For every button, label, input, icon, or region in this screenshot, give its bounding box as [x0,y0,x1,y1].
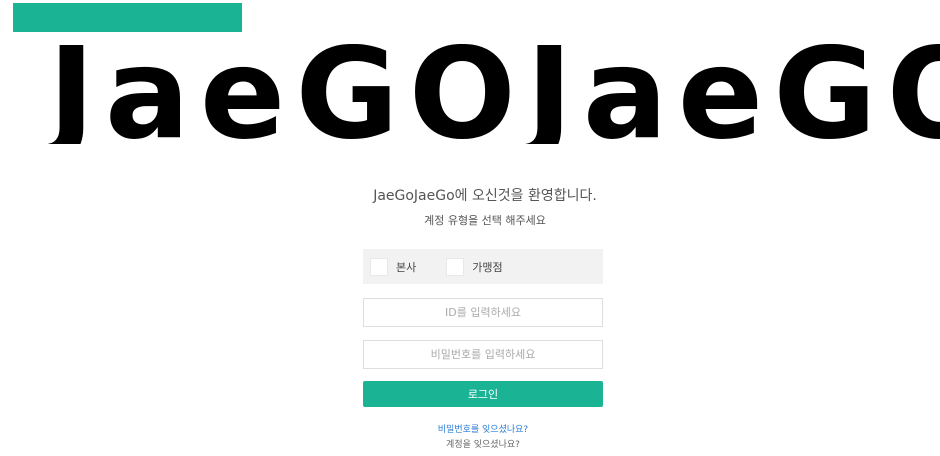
welcome-subtitle: 계정 유형을 선택 해주세요 [424,214,546,227]
franchise-checkbox[interactable] [446,257,465,276]
account-type-selector: 본사 가맹점 [363,249,603,284]
password-input[interactable] [363,340,603,369]
accent-bar [13,3,242,32]
forgot-password-link[interactable]: 비밀번호를 잊으셨나요? [363,422,603,435]
hq-label: 본사 [396,260,417,274]
id-input[interactable] [363,298,603,327]
welcome-title: JaeGoJaeGo에 오신것을 환영합니다. [373,188,597,204]
hq-checkbox[interactable] [370,257,388,276]
account-type-franchise[interactable]: 가맹점 [446,257,503,276]
login-button[interactable]: 로그인 [363,381,603,407]
account-type-hq[interactable]: 본사 [370,257,417,276]
forgot-account-link[interactable]: 계정을 잊으셨나요? [363,437,603,450]
franchise-label: 가맹점 [472,260,503,274]
logo-text: JaeGOJaeGO [48,44,940,144]
logo: JaeGOJaeGO [48,44,940,144]
